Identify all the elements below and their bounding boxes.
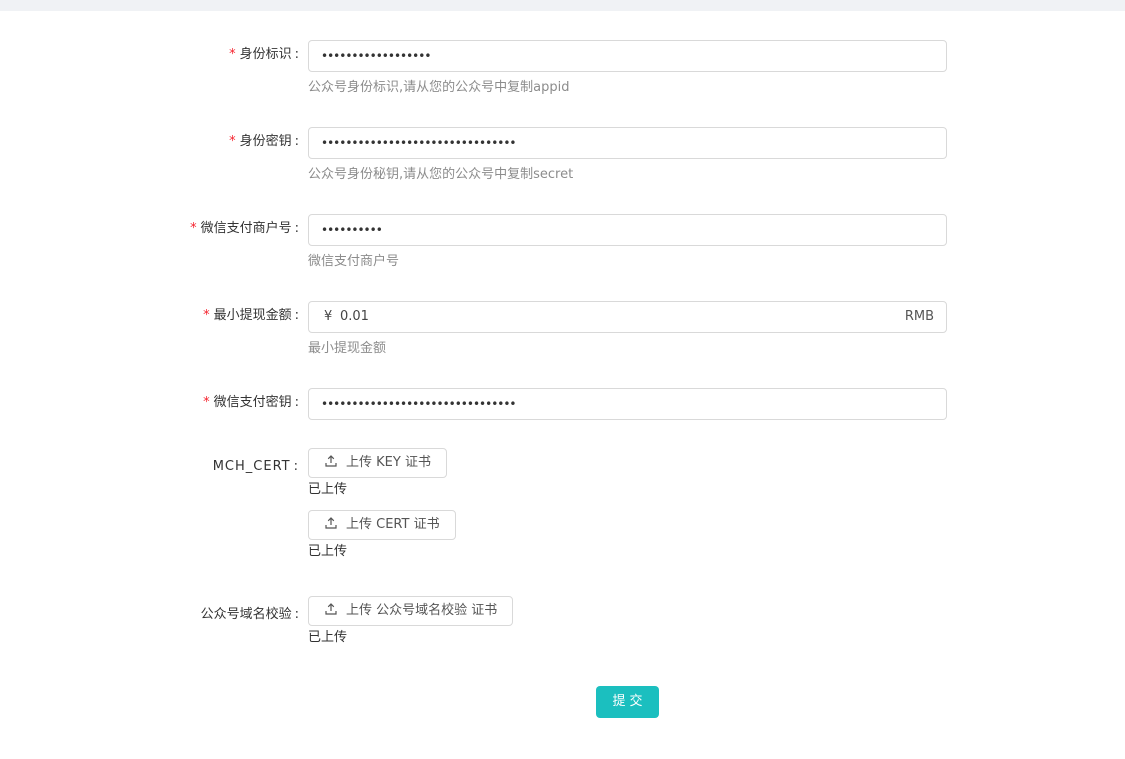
required-mark: * — [203, 395, 210, 410]
required-mark: * — [229, 134, 236, 149]
min-withdraw-label: * 最小提现金额: — [203, 308, 299, 324]
top-bar — [0, 0, 1125, 11]
key-cert-status: 已上传 — [308, 482, 348, 497]
required-mark: * — [190, 221, 197, 236]
currency-prefix: ¥ — [324, 309, 333, 324]
appid-help: 公众号身份标识,请从您的公众号中复制appid — [308, 80, 570, 95]
cert-cert-status: 已上传 — [308, 544, 348, 559]
domain-verify-status: 已上传 — [308, 630, 348, 645]
upload-icon — [325, 603, 337, 615]
upload-domain-verify-button[interactable]: 上传 公众号域名校验 证书 — [308, 596, 514, 626]
secret-label-text: 身份密钥 — [239, 134, 292, 149]
upload-icon — [325, 517, 337, 529]
currency-suffix: RMB — [904, 309, 934, 324]
upload-icon — [325, 455, 337, 467]
secret-help: 公众号身份秘钥,请从您的公众号中复制secret — [308, 167, 574, 182]
label-colon: : — [294, 134, 299, 149]
upload-key-cert-label: 上传 KEY 证书 — [346, 455, 431, 470]
pay-key-input-value: •••••••••••••••••••••••••••••••• — [321, 397, 516, 411]
pay-key-input[interactable]: •••••••••••••••••••••••••••••••• — [308, 388, 947, 420]
label-colon: : — [293, 459, 299, 474]
mch-id-label: * 微信支付商户号: — [190, 221, 299, 237]
mch-cert-label: MCH_CERT: — [213, 459, 299, 475]
appid-label-text: 身份标识 — [239, 47, 292, 62]
appid-input-value: •••••••••••••••••• — [321, 49, 431, 63]
secret-label: * 身份密钥: — [229, 134, 299, 150]
required-mark: * — [203, 308, 210, 323]
label-colon: : — [294, 308, 299, 323]
submit-button[interactable]: 提交 — [596, 686, 659, 718]
domain-verify-label: 公众号域名校验: — [201, 607, 299, 623]
label-colon: : — [294, 221, 299, 236]
mch-id-input-value: •••••••••• — [321, 223, 383, 237]
secret-input-value: •••••••••••••••••••••••••••••••• — [321, 136, 516, 150]
upload-domain-verify-label: 上传 公众号域名校验 证书 — [346, 603, 498, 618]
min-withdraw-label-text: 最小提现金额 — [213, 308, 292, 323]
label-colon: : — [294, 47, 299, 62]
pay-key-label: * 微信支付密钥: — [203, 395, 299, 411]
upload-cert-cert-label: 上传 CERT 证书 — [346, 517, 440, 532]
min-withdraw-value: 0.01 — [340, 309, 369, 324]
secret-input[interactable]: •••••••••••••••••••••••••••••••• — [308, 127, 947, 159]
upload-cert-cert-button[interactable]: 上传 CERT 证书 — [308, 510, 456, 540]
label-colon: : — [294, 395, 299, 410]
label-colon: : — [294, 607, 299, 622]
appid-label: * 身份标识: — [229, 47, 299, 63]
domain-verify-label-text: 公众号域名校验 — [200, 607, 292, 622]
pay-key-label-text: 微信支付密钥 — [213, 395, 292, 410]
mch-id-label-text: 微信支付商户号 — [200, 221, 292, 236]
mch-cert-label-text: MCH_CERT — [212, 459, 291, 474]
appid-input[interactable]: •••••••••••••••••• — [308, 40, 947, 72]
min-withdraw-help: 最小提现金额 — [308, 341, 387, 356]
mch-id-input[interactable]: •••••••••• — [308, 214, 947, 246]
upload-key-cert-button[interactable]: 上传 KEY 证书 — [308, 448, 447, 478]
min-withdraw-input[interactable]: ¥ 0.01 RMB — [308, 301, 947, 333]
mch-id-help: 微信支付商户号 — [308, 254, 400, 269]
required-mark: * — [229, 47, 236, 62]
